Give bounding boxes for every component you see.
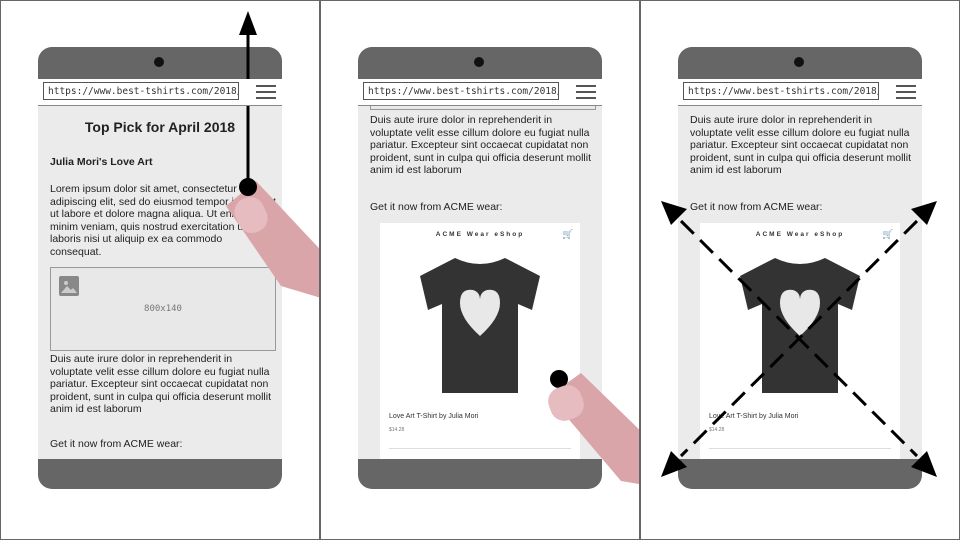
hamburger-icon[interactable] xyxy=(576,84,596,100)
touch-point-icon xyxy=(550,370,568,388)
browser-bar: https://www.best-tshirts.com/2018/april/… xyxy=(358,79,602,106)
panel-swipe-up: https://www.best-tshirts.com/2018/april/… xyxy=(0,0,320,540)
url-field[interactable]: https://www.best-tshirts.com/2018/april/… xyxy=(363,82,559,100)
touch-point-icon xyxy=(239,178,257,196)
url-field[interactable]: https://www.best-tshirts.com/2018/april/… xyxy=(683,82,879,100)
url-field[interactable]: https://www.best-tshirts.com/2018/april/… xyxy=(43,82,239,100)
panel-tap: https://www.best-tshirts.com/2018/april/… xyxy=(320,0,640,540)
hamburger-icon[interactable] xyxy=(256,84,276,100)
panel-zoom: https://www.best-tshirts.com/2018/april/… xyxy=(640,0,960,540)
browser-bar: https://www.best-tshirts.com/2018/april/… xyxy=(678,79,922,106)
hamburger-icon[interactable] xyxy=(896,84,916,100)
finger-icon xyxy=(226,181,319,298)
arrow-up-icon xyxy=(239,11,257,35)
browser-bar: https://www.best-tshirts.com/2018/april/… xyxy=(38,79,282,106)
